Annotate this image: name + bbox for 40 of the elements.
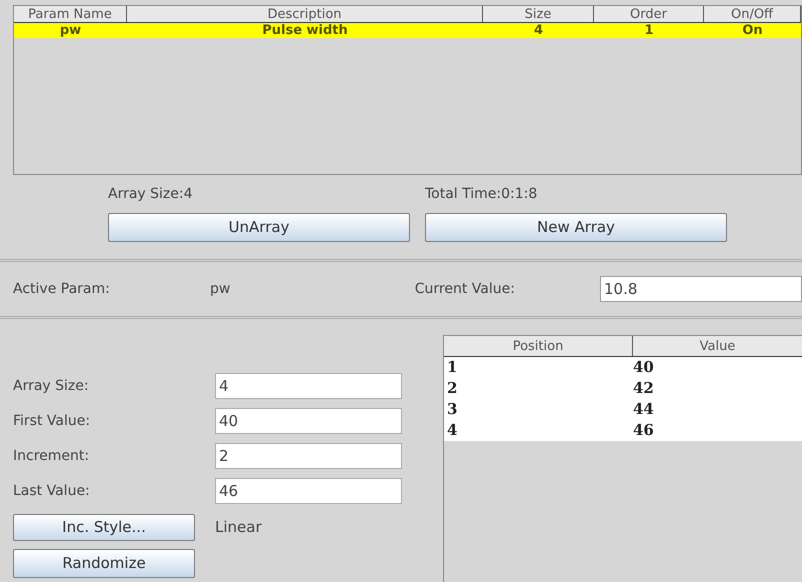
column-header[interactable]: Value — [633, 336, 802, 356]
new-array-button[interactable]: New Array — [425, 213, 727, 242]
table-cell-text: 4 — [532, 23, 544, 38]
table-cell-text: On — [741, 23, 764, 38]
table-cell-text: 42 — [633, 378, 655, 399]
table-cell-text: pw — [58, 23, 82, 38]
column-header[interactable]: Position — [444, 336, 633, 356]
table-cell-text: 1 — [643, 23, 655, 38]
active-param-value: pw — [210, 280, 232, 298]
current-value-field[interactable]: 10.8 — [600, 276, 802, 302]
current-value-label: Current Value: — [414, 280, 516, 298]
field-label: Last Value: — [13, 482, 91, 500]
array-size-info: Array Size:4 — [108, 185, 194, 204]
column-header[interactable]: Order — [594, 6, 704, 22]
field-label: Array Size: — [13, 376, 90, 396]
column-header[interactable]: Size — [483, 6, 594, 22]
field-label: First Value: — [13, 412, 92, 430]
table-cell-text: 1 — [446, 357, 458, 378]
input-field[interactable]: 2 — [215, 443, 402, 469]
table-cell-text: Pulse width — [261, 23, 349, 38]
input-field[interactable]: 46 — [215, 478, 402, 504]
randomize-button[interactable]: Randomize — [13, 549, 195, 578]
column-header[interactable]: Description — [127, 6, 483, 22]
column-header[interactable]: On/Off — [704, 6, 801, 22]
table-cell-text: 44 — [633, 399, 655, 420]
input-field[interactable]: 40 — [215, 408, 402, 434]
active-param-label: Active Param: — [13, 280, 111, 298]
table-cell-text: 40 — [633, 357, 655, 378]
inc-style-value: Linear — [215, 516, 262, 538]
unarray-button[interactable]: UnArray — [108, 213, 410, 242]
total-time-info: Total Time:0:1:8 — [425, 185, 538, 204]
column-header[interactable]: Param Name — [14, 6, 127, 22]
inc-style-button[interactable]: Inc. Style... — [13, 514, 195, 540]
field-label: Increment: — [13, 446, 90, 466]
table-cell-text: 4 — [446, 420, 458, 441]
table-row[interactable]: pw Pulse width 4 1 On — [14, 23, 801, 38]
table-cell-text: 2 — [446, 378, 458, 399]
input-field[interactable]: 4 — [215, 373, 402, 399]
table-cell-text: 46 — [633, 420, 655, 441]
table-cell-text: 3 — [446, 399, 458, 420]
